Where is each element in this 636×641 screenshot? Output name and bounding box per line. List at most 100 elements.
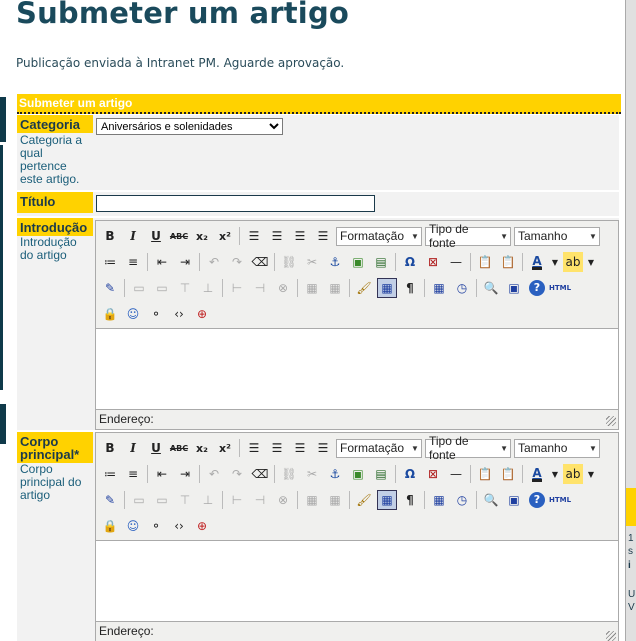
resize-grip-icon[interactable] [606, 631, 616, 641]
image-icon[interactable]: ▣ [348, 252, 368, 272]
fullscreen-icon[interactable]: ▣ [504, 490, 524, 510]
anchor-icon[interactable]: ⚓ [325, 464, 345, 484]
align-justify-icon[interactable]: ☰ [313, 438, 333, 458]
styleprops-icon[interactable]: ✎ [100, 278, 120, 298]
cell-props-icon[interactable]: ▭ [152, 278, 172, 298]
resize-grip-icon[interactable] [606, 416, 616, 426]
special-char-icon[interactable]: Ω [400, 464, 420, 484]
introducao-edit-area[interactable] [96, 328, 618, 410]
split-cells-icon[interactable]: ▦ [302, 490, 322, 510]
subscript-button[interactable]: x₂ [192, 438, 212, 458]
unlink-icon[interactable]: ✂ [302, 252, 322, 272]
visual-chars-icon[interactable]: ¶ [400, 278, 420, 298]
superscript-button[interactable]: x² [215, 226, 235, 246]
strikethrough-button[interactable]: ABC [169, 438, 189, 458]
brush-icon[interactable]: 🖌 [354, 278, 374, 298]
italic-button[interactable]: I [123, 438, 143, 458]
link-icon[interactable]: ⛓ [279, 464, 299, 484]
cell-props-icon[interactable]: ▭ [152, 490, 172, 510]
outdent-icon[interactable]: ⇤ [152, 464, 172, 484]
cite-icon[interactable]: ⚬ [146, 304, 166, 324]
row-props-icon[interactable]: ▭ [129, 278, 149, 298]
bold-button[interactable]: B [100, 438, 120, 458]
emotions-icon[interactable]: ☺ [123, 304, 143, 324]
delete-col-icon[interactable]: ⊗ [273, 278, 293, 298]
emotions-icon[interactable]: ☺ [123, 516, 143, 536]
paste-icon[interactable]: 📋 [475, 252, 495, 272]
font-size-select[interactable]: Tamanho ▼ [514, 226, 600, 246]
paste-word-icon[interactable]: 📋 [498, 464, 518, 484]
categoria-select[interactable]: Aniversários e solenidades [96, 118, 283, 135]
insert-time-icon[interactable]: ◷ [452, 490, 472, 510]
insert-col-before-icon[interactable]: ⊢ [227, 490, 247, 510]
search-icon[interactable]: 🔍 [481, 490, 501, 510]
insert-date-icon[interactable]: ▦ [429, 490, 449, 510]
insert-col-before-icon[interactable]: ⊢ [227, 278, 247, 298]
insert-file-icon[interactable]: 🔒 [100, 304, 120, 324]
redo-icon[interactable]: ↷ [227, 252, 247, 272]
align-justify-icon[interactable]: ☰ [313, 226, 333, 246]
italic-button[interactable]: I [123, 226, 143, 246]
format-select[interactable]: Formatação ▼ [336, 226, 422, 246]
insert-row-before-icon[interactable]: ⊤ [175, 278, 195, 298]
redo-icon[interactable]: ↷ [227, 464, 247, 484]
highlight-color-icon[interactable]: ab [563, 464, 583, 484]
paste-word-icon[interactable]: 📋 [498, 252, 518, 272]
text-color-icon[interactable]: A [527, 464, 547, 484]
special-char-icon[interactable]: Ω [400, 252, 420, 272]
visual-chars-icon[interactable]: ¶ [400, 490, 420, 510]
image-icon[interactable]: ▣ [348, 464, 368, 484]
cleanup-icon[interactable]: ⊠ [423, 464, 443, 484]
insert-col-after-icon[interactable]: ⊣ [250, 278, 270, 298]
paste-icon[interactable]: 📋 [475, 464, 495, 484]
table-icon[interactable]: ▦ [377, 278, 397, 298]
underline-button[interactable]: U [146, 226, 166, 246]
chevron-down-icon[interactable]: ▼ [586, 464, 596, 484]
font-family-select[interactable]: Tipo de fonte ▼ [425, 434, 511, 462]
indent-icon[interactable]: ⇥ [175, 252, 195, 272]
html-source-button[interactable]: HTML [549, 278, 571, 298]
help-icon[interactable]: ? [529, 280, 545, 296]
help-icon[interactable]: ? [529, 492, 545, 508]
bold-button[interactable]: B [100, 226, 120, 246]
horizontal-rule-icon[interactable]: — [446, 252, 466, 272]
search-icon[interactable]: 🔍 [481, 278, 501, 298]
table-icon[interactable]: ▦ [377, 490, 397, 510]
highlight-color-icon[interactable]: ab [563, 252, 583, 272]
text-color-icon[interactable]: A [527, 252, 547, 272]
align-center-icon[interactable]: ☰ [267, 226, 287, 246]
insert-date-icon[interactable]: ▦ [429, 278, 449, 298]
indent-icon[interactable]: ⇥ [175, 464, 195, 484]
corpo-edit-area[interactable] [96, 540, 618, 622]
delete-col-icon[interactable]: ⊗ [273, 490, 293, 510]
insert-file-icon[interactable]: 🔒 [100, 516, 120, 536]
row-props-icon[interactable]: ▭ [129, 490, 149, 510]
bullet-list-icon[interactable]: ≔ [100, 464, 120, 484]
chevron-down-icon[interactable]: ▼ [586, 252, 596, 272]
numbered-list-icon[interactable]: ≡ [123, 252, 143, 272]
format-select[interactable]: Formatação ▼ [336, 438, 422, 458]
undo-icon[interactable]: ↶ [204, 464, 224, 484]
strikethrough-button[interactable]: ABC [169, 226, 189, 246]
unlink-icon[interactable]: ✂ [302, 464, 322, 484]
insert-col-after-icon[interactable]: ⊣ [250, 490, 270, 510]
superscript-button[interactable]: x² [215, 438, 235, 458]
align-center-icon[interactable]: ☰ [267, 438, 287, 458]
split-cells-icon[interactable]: ▦ [302, 278, 322, 298]
align-left-icon[interactable]: ☰ [244, 226, 264, 246]
bullet-list-icon[interactable]: ≔ [100, 252, 120, 272]
language-flag-icon[interactable]: ⊕ [192, 304, 212, 324]
undo-icon[interactable]: ↶ [204, 252, 224, 272]
code-icon[interactable]: ‹› [169, 516, 189, 536]
font-family-select[interactable]: Tipo de fonte ▼ [425, 222, 511, 250]
horizontal-rule-icon[interactable]: — [446, 464, 466, 484]
cite-icon[interactable]: ⚬ [146, 516, 166, 536]
chevron-down-icon[interactable]: ▼ [550, 464, 560, 484]
align-right-icon[interactable]: ☰ [290, 226, 310, 246]
merge-cells-icon[interactable]: ▦ [325, 278, 345, 298]
titulo-input[interactable] [96, 195, 375, 212]
brush-icon[interactable]: 🖌 [354, 490, 374, 510]
media-icon[interactable]: ▤ [371, 252, 391, 272]
align-right-icon[interactable]: ☰ [290, 438, 310, 458]
cleanup-icon[interactable]: ⊠ [423, 252, 443, 272]
